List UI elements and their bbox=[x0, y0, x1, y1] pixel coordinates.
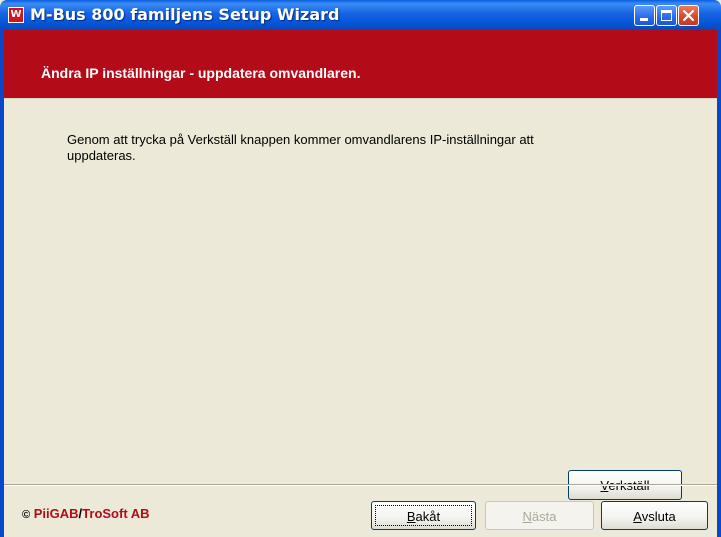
description-text: Genom att trycka på Verkställ knappen ko… bbox=[67, 132, 534, 163]
footer-separator bbox=[4, 484, 717, 486]
brand-label: © PiiGAB/TroSoft AB bbox=[22, 506, 150, 521]
exit-button[interactable]: Avsluta bbox=[601, 501, 708, 530]
copyright-icon: © bbox=[22, 509, 31, 521]
brand-piigab: PiiGAB bbox=[33, 506, 79, 521]
minimize-button[interactable] bbox=[634, 5, 655, 26]
brand-trosoft: TroSoft AB bbox=[82, 506, 150, 521]
window-title: M-Bus 800 familjens Setup Wizard bbox=[30, 5, 340, 24]
close-icon bbox=[682, 9, 695, 22]
next-button-accel: N bbox=[522, 509, 532, 524]
next-button-rest: ästa bbox=[531, 509, 557, 524]
wizard-step-title: Ändra IP inställningar - uppdatera omvan… bbox=[41, 65, 361, 81]
focus-rectangle bbox=[375, 505, 472, 526]
exit-button-rest: vsluta bbox=[641, 509, 676, 524]
close-button[interactable] bbox=[678, 5, 699, 26]
exit-button-accel: A bbox=[633, 509, 642, 524]
minimize-icon bbox=[640, 18, 648, 21]
next-button[interactable]: Nästa bbox=[485, 501, 594, 530]
wizard-header: Ändra IP inställningar - uppdatera omvan… bbox=[4, 30, 717, 98]
app-icon[interactable]: W bbox=[8, 7, 24, 23]
wizard-content: Genom att trycka på Verkställ knappen ko… bbox=[4, 98, 717, 500]
back-button[interactable]: Bakåt bbox=[371, 501, 476, 530]
title-bar[interactable]: W M-Bus 800 familjens Setup Wizard bbox=[0, 0, 721, 30]
maximize-icon bbox=[661, 10, 672, 21]
maximize-button[interactable] bbox=[656, 5, 677, 26]
window-frame-right bbox=[717, 30, 721, 537]
setup-wizard-window: W M-Bus 800 familjens Setup Wizard Ändra… bbox=[0, 0, 721, 537]
